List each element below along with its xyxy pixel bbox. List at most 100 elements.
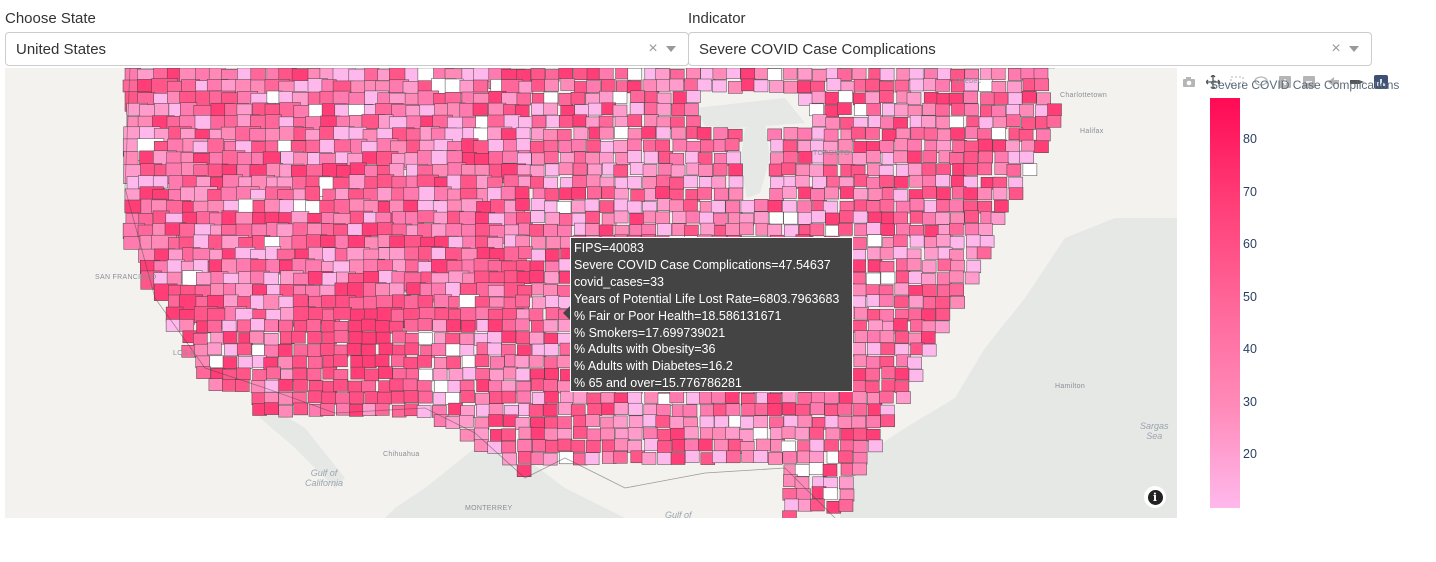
- county-cell[interactable]: [545, 307, 561, 320]
- county-cell[interactable]: [794, 427, 810, 440]
- county-cell[interactable]: [822, 487, 838, 501]
- county-cell[interactable]: [291, 330, 306, 344]
- county-cell[interactable]: [474, 354, 490, 368]
- county-cell[interactable]: [545, 295, 560, 308]
- county-cell[interactable]: [853, 188, 868, 201]
- county-cell[interactable]: [866, 200, 881, 213]
- county-cell[interactable]: [697, 187, 712, 200]
- county-cell[interactable]: [544, 390, 559, 404]
- county-cell[interactable]: [476, 403, 491, 417]
- county-cell[interactable]: [432, 368, 448, 381]
- county-cell[interactable]: [193, 333, 208, 346]
- county-cell[interactable]: [712, 68, 728, 80]
- county-cell[interactable]: [544, 332, 559, 346]
- county-cell[interactable]: [868, 188, 883, 201]
- county-cell[interactable]: [656, 403, 671, 417]
- county-cell[interactable]: [626, 200, 642, 214]
- county-cell[interactable]: [630, 90, 645, 103]
- county-cell[interactable]: [487, 319, 503, 333]
- county-cell[interactable]: [878, 294, 894, 308]
- county-cell[interactable]: [333, 330, 349, 343]
- county-cell[interactable]: [222, 331, 238, 344]
- county-cell[interactable]: [879, 68, 895, 81]
- county-cell[interactable]: [530, 176, 545, 189]
- county-cell[interactable]: [349, 391, 364, 405]
- county-cell[interactable]: [641, 452, 657, 465]
- county-cell[interactable]: [851, 368, 867, 381]
- county-cell[interactable]: [612, 104, 628, 118]
- county-cell[interactable]: [893, 234, 908, 248]
- county-cell[interactable]: [686, 115, 701, 129]
- county-cell[interactable]: [1007, 92, 1023, 106]
- county-cell[interactable]: [741, 78, 756, 92]
- county-cell[interactable]: [278, 356, 293, 369]
- county-cell[interactable]: [460, 390, 475, 403]
- county-cell[interactable]: [307, 390, 323, 404]
- county-cell[interactable]: [699, 391, 714, 405]
- county-cell[interactable]: [472, 102, 488, 116]
- county-cell[interactable]: [571, 200, 586, 213]
- county-cell[interactable]: [516, 211, 531, 225]
- county-cell[interactable]: [906, 258, 922, 271]
- county-cell[interactable]: [977, 138, 993, 152]
- county-cell[interactable]: [418, 332, 433, 346]
- county-cell[interactable]: [936, 140, 952, 153]
- county-cell[interactable]: [447, 380, 463, 393]
- county-cell[interactable]: [964, 223, 980, 236]
- county-cell[interactable]: [907, 356, 922, 370]
- county-cell[interactable]: [949, 283, 964, 297]
- county-cell[interactable]: [1034, 104, 1050, 118]
- county-cell[interactable]: [461, 355, 477, 368]
- county-cell[interactable]: [251, 344, 267, 358]
- county-cell[interactable]: [964, 210, 979, 223]
- county-cell[interactable]: [517, 344, 532, 357]
- county-cell[interactable]: [209, 355, 224, 369]
- county-cell[interactable]: [152, 175, 169, 189]
- county-cell[interactable]: [307, 331, 322, 344]
- county-cell[interactable]: [403, 390, 419, 403]
- county-cell[interactable]: [824, 439, 839, 453]
- county-cell[interactable]: [391, 404, 407, 418]
- county-cell[interactable]: [978, 116, 994, 130]
- county-cell[interactable]: [922, 284, 937, 297]
- county-cell[interactable]: [798, 151, 813, 164]
- county-cell[interactable]: [530, 427, 546, 440]
- county-cell[interactable]: [585, 414, 600, 427]
- county-cell[interactable]: [544, 188, 560, 201]
- county-cell[interactable]: [222, 356, 238, 369]
- county-cell[interactable]: [614, 126, 629, 139]
- county-cell[interactable]: [306, 367, 322, 381]
- county-cell[interactable]: [881, 366, 896, 379]
- county-cell[interactable]: [936, 234, 951, 247]
- county-cell[interactable]: [781, 402, 797, 416]
- county-cell[interactable]: [586, 80, 601, 93]
- county-cell[interactable]: [434, 380, 449, 393]
- county-cell[interactable]: [361, 331, 377, 345]
- county-cell[interactable]: [825, 224, 841, 238]
- county-cell[interactable]: [544, 271, 559, 285]
- county-cell[interactable]: [599, 151, 614, 165]
- county-cell[interactable]: [879, 260, 895, 274]
- county-cell[interactable]: [545, 440, 560, 453]
- county-cell[interactable]: [516, 464, 532, 477]
- county-cell[interactable]: [391, 354, 406, 368]
- county-cell[interactable]: [854, 306, 869, 320]
- county-cell[interactable]: [950, 175, 966, 188]
- county-cell[interactable]: [642, 79, 658, 93]
- county-cell[interactable]: [767, 200, 783, 213]
- county-cell[interactable]: [756, 438, 771, 452]
- county-cell[interactable]: [376, 331, 391, 345]
- county-cell[interactable]: [518, 116, 533, 130]
- county-cell[interactable]: [224, 343, 239, 357]
- county-cell[interactable]: [517, 152, 532, 166]
- county-cell[interactable]: [686, 68, 701, 80]
- county-cell[interactable]: [1047, 103, 1062, 117]
- county-cell[interactable]: [459, 415, 474, 428]
- county-cell[interactable]: [642, 414, 658, 427]
- county-cell[interactable]: [908, 369, 924, 382]
- county-cell[interactable]: [949, 236, 965, 249]
- state-select[interactable]: United States ×: [5, 32, 689, 66]
- county-cell[interactable]: [628, 402, 643, 416]
- county-cell[interactable]: [1033, 68, 1049, 81]
- county-cell[interactable]: [543, 379, 558, 392]
